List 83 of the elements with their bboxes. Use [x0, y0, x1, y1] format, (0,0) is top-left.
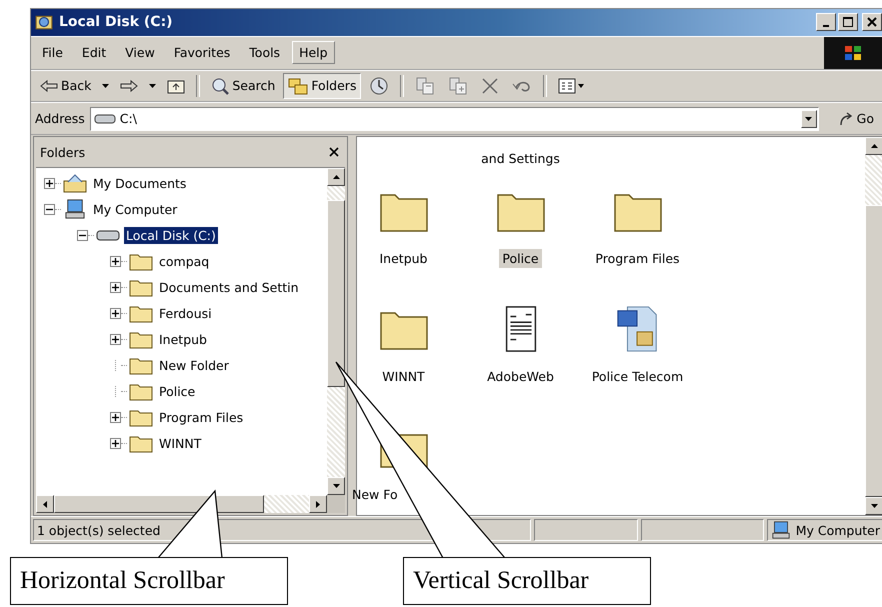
- expand-icon[interactable]: [110, 308, 121, 319]
- vertical-scrollbar[interactable]: [327, 168, 345, 496]
- arrow-up-icon[interactable]: [332, 175, 340, 180]
- computer-icon: [63, 199, 87, 220]
- windows-logo: [824, 36, 882, 69]
- forward-arrow-icon: [120, 78, 138, 93]
- menu-item[interactable]: Tools: [242, 41, 288, 64]
- tree-item[interactable]: New Folder: [157, 356, 231, 374]
- drive-icon: [94, 112, 116, 125]
- close-button[interactable]: [327, 145, 341, 160]
- back-button[interactable]: Back: [35, 72, 96, 99]
- file-label: and Settings: [481, 151, 560, 166]
- close-icon: [329, 147, 339, 158]
- collapse-icon[interactable]: [44, 204, 55, 215]
- address-field[interactable]: C:\: [90, 106, 819, 131]
- computer-icon: [770, 521, 791, 540]
- folders-button[interactable]: Folders: [283, 72, 362, 99]
- menu-item[interactable]: View: [118, 41, 162, 64]
- caret-icon: [149, 84, 156, 88]
- close-button[interactable]: [862, 13, 882, 32]
- file-label[interactable]: Inetpub: [376, 249, 430, 268]
- search-icon: [211, 76, 230, 95]
- tree-item[interactable]: My Documents: [91, 174, 188, 192]
- go-button[interactable]: Go: [824, 110, 882, 127]
- menu-item[interactable]: File: [35, 41, 70, 64]
- move-to-icon: [415, 76, 436, 96]
- menu-item[interactable]: Favorites: [166, 41, 238, 64]
- tree-item[interactable]: Inetpub: [157, 330, 209, 348]
- tree-item[interactable]: Ferdousi: [157, 304, 214, 322]
- file-label[interactable]: Police Telecom: [588, 367, 686, 386]
- maximize-icon: [843, 17, 853, 28]
- file-label[interactable]: Program Files: [592, 249, 683, 268]
- arrow-right-icon[interactable]: [316, 500, 320, 508]
- close-icon: [867, 17, 877, 28]
- caret-icon: [805, 116, 812, 121]
- back-arrow-icon: [40, 78, 58, 93]
- file-label[interactable]: AdobeWeb: [484, 367, 557, 386]
- tree-item[interactable]: Police: [157, 382, 198, 400]
- tree-item[interactable]: Program Files: [157, 408, 246, 426]
- tree-item[interactable]: compaq: [157, 252, 212, 270]
- dropdown-button[interactable]: [800, 110, 817, 128]
- file-label[interactable]: Police: [499, 249, 542, 268]
- views-icon: [558, 78, 584, 94]
- pane-title: Folders: [40, 144, 86, 160]
- copy-to-icon: [448, 76, 468, 96]
- minimize-icon: [823, 24, 829, 27]
- tree-item[interactable]: My Computer: [91, 200, 180, 218]
- address-label: Address: [35, 111, 85, 126]
- scrollbar-corner: [327, 495, 345, 514]
- horizontal-scrollbar[interactable]: [36, 495, 327, 514]
- tree-item[interactable]: Local Disk (C:): [124, 226, 218, 244]
- arrow-down-icon[interactable]: [332, 484, 340, 488]
- file-label[interactable]: WINNT: [379, 367, 428, 386]
- search-button[interactable]: Search: [206, 72, 280, 99]
- caret-icon: [102, 84, 110, 88]
- tree-item[interactable]: Documents and Settin: [157, 278, 301, 296]
- arrow-up-icon[interactable]: [870, 144, 878, 148]
- status-zone: My Computer: [796, 522, 880, 538]
- menu-item[interactable]: Edit: [74, 41, 114, 64]
- delete-icon: [481, 76, 500, 95]
- file-label[interactable]: New Fo: [349, 485, 401, 504]
- arrow-down-icon[interactable]: [870, 504, 878, 508]
- expand-icon[interactable]: [110, 256, 121, 267]
- expand-icon[interactable]: [110, 438, 121, 449]
- up-folder-icon: [167, 78, 186, 94]
- callout-label: Vertical Scrollbar: [403, 557, 651, 605]
- expand-icon[interactable]: [110, 334, 121, 345]
- expand-icon[interactable]: [44, 178, 55, 189]
- window-title: Local Disk (C:): [59, 14, 174, 30]
- drive-folder-icon: [35, 13, 53, 32]
- arrow-left-icon[interactable]: [43, 500, 47, 508]
- clock-icon: [369, 76, 390, 96]
- tree-item[interactable]: WINNT: [157, 434, 204, 452]
- minimize-button[interactable]: [816, 13, 836, 32]
- menu-item[interactable]: Help: [292, 41, 335, 64]
- expand-icon[interactable]: [110, 282, 121, 293]
- folders-icon: [288, 76, 308, 95]
- go-arrow-icon: [838, 110, 854, 127]
- documents-folder-icon: [63, 173, 87, 194]
- maximize-button[interactable]: [838, 13, 858, 32]
- expand-icon[interactable]: [110, 412, 121, 423]
- vertical-scrollbar[interactable]: [865, 137, 882, 516]
- collapse-icon[interactable]: [77, 230, 88, 241]
